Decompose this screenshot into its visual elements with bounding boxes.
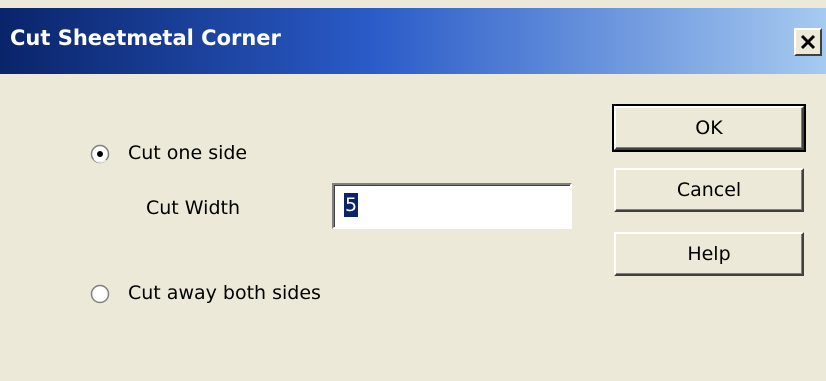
cut-width-input[interactable]: 5 xyxy=(332,183,572,229)
cut-one-side-label[interactable]: Cut one side xyxy=(128,142,247,164)
close-button[interactable] xyxy=(794,28,822,56)
cut-width-value: 5 xyxy=(344,193,359,217)
radio-cut-one-side[interactable] xyxy=(90,144,110,164)
cut-both-sides-label[interactable]: Cut away both sides xyxy=(128,282,321,304)
close-icon xyxy=(800,34,816,50)
help-button[interactable]: Help xyxy=(614,232,804,276)
dialog-title: Cut Sheetmetal Corner xyxy=(10,26,281,50)
cancel-button[interactable]: Cancel xyxy=(614,168,804,212)
cut-width-label: Cut Width xyxy=(146,197,240,219)
ok-button[interactable]: OK xyxy=(612,104,806,152)
dialog-window: Cut Sheetmetal Corner Cut one side Cut W… xyxy=(0,0,826,381)
radio-cut-both-sides[interactable] xyxy=(90,284,110,304)
title-bar[interactable]: Cut Sheetmetal Corner xyxy=(0,8,826,74)
